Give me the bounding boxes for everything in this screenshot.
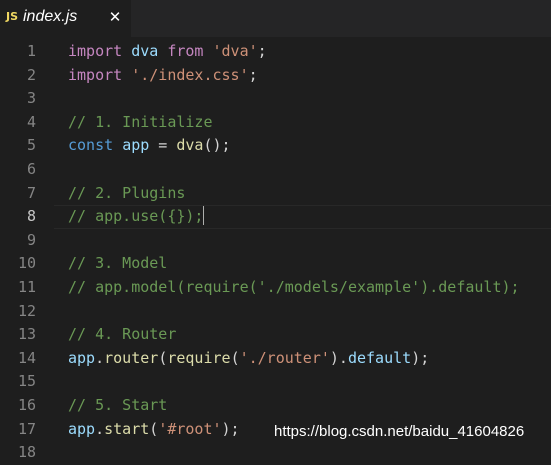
code-text: // 1. Initialize [68,111,213,135]
tab-label: index.js [23,8,78,25]
code-token: = [149,136,177,155]
code-line[interactable]: 2 import './index.css'; [0,64,551,88]
line-number: 18 [17,443,36,462]
code-line[interactable]: 16 // 5. Start [0,394,551,418]
code-token: // app.use({}); [68,207,204,226]
code-token: import [68,42,123,60]
code-line[interactable]: 15 [0,370,551,394]
code-line[interactable]: 7 // 2. Plugins [0,182,551,206]
code-line[interactable]: 13 // 4. Router [0,323,551,347]
code-token: app [68,348,96,367]
code-text: // 2. Plugins [68,182,185,206]
code-token: . [95,419,105,438]
code-token: router [104,348,159,367]
code-line[interactable]: 1 import dva from 'dva'; [0,40,551,64]
code-editor[interactable]: 1 import dva from 'dva'; 2 import './index.… [0,37,551,461]
line-number: 11 [17,278,36,296]
code-token: ). [329,348,348,367]
code-token: (); [203,136,231,155]
code-token: // app.model(require('./models/example')… [68,278,520,296]
code-token: // 2. Plugins [68,183,186,202]
code-token: app [68,419,96,438]
line-number: 1 [26,42,36,60]
line-number: 3 [26,89,36,108]
line-number: 8 [26,207,36,226]
line-number: 6 [26,160,36,178]
text-cursor [203,206,205,226]
code-line[interactable]: 10 // 3. Model [0,252,551,276]
code-token: // 3. Model [68,254,168,273]
code-text: // 3. Model [68,252,167,276]
code-token: ; [257,42,267,60]
code-token: ); [411,348,430,367]
code-text: const app = dva(); [68,134,231,158]
line-number: 12 [17,301,36,320]
code-text: import dva from 'dva'; [68,40,267,64]
code-text: // app.model(require('./models/example')… [68,276,520,300]
code-token: dva [131,42,159,60]
line-number: 17 [17,419,36,438]
code-token: ; [248,65,258,84]
code-text: app.router(require('./router').default); [68,347,429,371]
code-token: default [347,348,412,367]
line-number: 16 [17,396,36,414]
code-line[interactable]: 6 [0,158,551,182]
line-number: 13 [17,325,36,344]
code-line[interactable]: 3 [0,87,551,111]
tab-bar: JS index.js ✕ [0,0,551,37]
code-text: // 4. Router [68,323,176,347]
watermark: https://blog.csdn.net/baidu_41604826 [274,423,525,440]
line-number: 10 [17,254,36,273]
code-text: app.start('#root'); [68,418,240,442]
code-token: 'dva' [212,42,258,60]
code-line[interactable]: 18 [0,441,551,465]
line-number: 14 [17,348,36,367]
code-token: . [95,348,105,367]
code-token: ( [149,419,159,438]
code-token: dva [176,136,204,155]
code-token: './index.css' [131,65,249,84]
line-number: 15 [17,372,36,391]
javascript-file-icon: JS [6,10,19,23]
code-token: // 4. Router [68,325,177,344]
line-number: 4 [26,112,36,131]
line-number: 5 [26,136,36,155]
code-token: // 5. Start [68,396,168,414]
line-number: 2 [26,65,36,84]
code-text: // app.use({}); [68,205,205,229]
code-token: '#root' [158,419,222,438]
code-line[interactable]: 8 // app.use({}); [0,205,551,229]
code-token: './router' [239,348,330,367]
code-line[interactable]: 14 app.router(require('./router').default… [0,347,551,371]
close-icon[interactable]: ✕ [106,7,124,27]
code-token: const [68,136,114,155]
code-token: ); [221,419,240,438]
code-text: // 5. Start [68,394,167,418]
code-token: from [167,42,204,60]
line-number: 9 [26,230,36,249]
code-line[interactable]: 5 const app = dva(); [0,134,551,158]
code-token: start [104,419,150,438]
code-line[interactable]: 12 [0,300,551,324]
code-token: app [122,136,150,155]
code-line[interactable]: 9 [0,229,551,253]
code-token: require [167,348,231,367]
code-token: ( [158,348,168,367]
line-number: 7 [26,183,36,202]
code-token: ( [230,348,240,367]
code-token: // 1. Initialize [68,112,213,131]
code-line[interactable]: 11 // app.model(require('./models/example… [0,276,551,300]
code-text: import './index.css'; [68,64,258,88]
code-token: import [68,65,123,84]
code-line[interactable]: 4 // 1. Initialize [0,111,551,135]
tab-index-js[interactable]: JS index.js ✕ [0,0,131,37]
